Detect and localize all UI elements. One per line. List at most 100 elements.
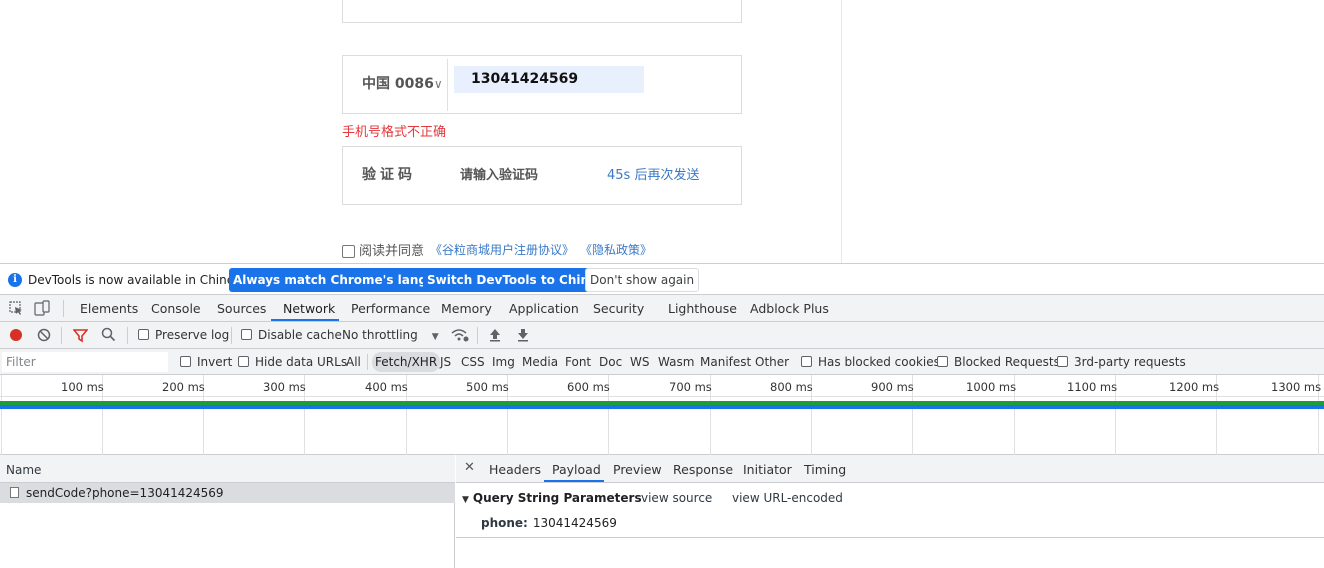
timeline-tick-label: 1300 ms xyxy=(1271,380,1322,394)
export-har-icon[interactable] xyxy=(517,328,529,342)
checkbox-box xyxy=(937,356,948,367)
code-label: 验证码 xyxy=(362,167,416,183)
filter-input[interactable]: Filter xyxy=(2,352,168,372)
tab-preview[interactable]: Preview xyxy=(613,462,662,477)
view-url-encoded-link[interactable]: view URL-encoded xyxy=(732,491,843,505)
privacy-link[interactable]: 《隐私政策》 xyxy=(580,241,652,258)
section-divider xyxy=(456,537,1324,538)
devtools-tab-bar: Elements Console Sources Network Perform… xyxy=(0,295,1324,322)
preserve-log-checkbox[interactable]: Preserve log xyxy=(138,328,229,342)
invert-label: Invert xyxy=(197,355,233,369)
code-input[interactable]: 请输入验证码 xyxy=(460,164,538,183)
throttling-value: No throttling xyxy=(342,328,418,342)
phone-error-message: 手机号格式不正确 xyxy=(342,125,447,140)
filter-type-wasm[interactable]: Wasm xyxy=(658,355,694,369)
tab-timing[interactable]: Timing xyxy=(804,462,846,477)
blocked-cookies-label: Has blocked cookies xyxy=(818,355,940,369)
filter-type-fetch-xhr[interactable]: Fetch/XHR xyxy=(372,352,441,372)
preserve-log-label: Preserve log xyxy=(155,328,230,342)
dont-show-again-button[interactable]: Don't show again xyxy=(585,268,700,292)
network-toolbar: Preserve log Disable cache No throttling… xyxy=(0,322,1324,349)
clear-icon[interactable] xyxy=(37,328,51,342)
toolbar-divider xyxy=(127,327,128,344)
country-code-select[interactable]: 中国 0086∨ xyxy=(362,73,443,93)
disable-cache-label: Disable cache xyxy=(258,328,342,342)
hide-data-urls-checkbox[interactable]: Hide data URLs xyxy=(238,355,347,369)
import-har-icon[interactable] xyxy=(489,328,501,342)
filter-bar: Filter Invert Hide data URLs All Fetch/X… xyxy=(0,349,1324,375)
tab-payload[interactable]: Payload xyxy=(552,462,601,477)
query-param-row: phone: 13041424569 xyxy=(481,516,617,530)
timeline-overview[interactable]: 100 ms 200 ms 300 ms 400 ms 500 ms 600 m… xyxy=(0,375,1324,455)
blocked-requests-label: Blocked Requests xyxy=(954,355,1060,369)
view-source-link[interactable]: view source xyxy=(641,491,712,505)
filter-type-css[interactable]: CSS xyxy=(461,355,485,369)
hide-data-urls-label: Hide data URLs xyxy=(255,355,348,369)
timeline-tick-label: 600 ms xyxy=(567,380,610,394)
param-key: phone: xyxy=(481,516,528,530)
tab-sources[interactable]: Sources xyxy=(217,301,266,316)
table-row[interactable]: sendCode?phone=13041424569 xyxy=(0,483,455,503)
invert-checkbox[interactable]: Invert xyxy=(180,355,232,369)
tab-adblock-plus[interactable]: Adblock Plus xyxy=(750,301,829,316)
filter-type-doc[interactable]: Doc xyxy=(599,355,622,369)
language-infobar: i DevTools is now available in Chinese! … xyxy=(0,263,1324,295)
close-icon[interactable]: ✕ xyxy=(464,460,475,475)
timeline-tick-label: 1000 ms xyxy=(966,380,1017,394)
tab-headers[interactable]: Headers xyxy=(489,462,541,477)
filter-icon[interactable] xyxy=(73,328,88,343)
toolbar-divider xyxy=(477,327,478,344)
agree-checkbox[interactable] xyxy=(342,245,355,258)
query-params-section-header[interactable]: ▼ Query String Parameters xyxy=(462,491,642,505)
chevron-down-icon: ∨ xyxy=(433,77,443,91)
timeline-tick-label: 200 ms xyxy=(162,380,205,394)
timeline-tick-label: 700 ms xyxy=(669,380,712,394)
timeline-tick-label: 800 ms xyxy=(770,380,813,394)
disable-cache-checkbox[interactable]: Disable cache xyxy=(241,328,342,342)
network-conditions-icon[interactable] xyxy=(451,328,469,342)
name-column-header[interactable]: Name xyxy=(6,463,41,477)
timeline-tick-label: 1100 ms xyxy=(1067,380,1118,394)
toolbar-divider xyxy=(367,354,368,370)
tab-application[interactable]: Application xyxy=(509,301,579,316)
blocked-requests-checkbox[interactable]: Blocked Requests xyxy=(937,355,1060,369)
device-toolbar-icon[interactable] xyxy=(34,300,50,316)
filter-type-media[interactable]: Media xyxy=(522,355,558,369)
third-party-label: 3rd-party requests xyxy=(1074,355,1186,369)
phone-field-box: 中国 0086∨ 13041424569 xyxy=(342,55,742,114)
third-party-checkbox[interactable]: 3rd-party requests xyxy=(1057,355,1186,369)
agreement-row: 阅读并同意 《谷粒商城用户注册协议》 《隐私政策》 xyxy=(342,240,652,259)
phone-input[interactable]: 13041424569 xyxy=(454,66,644,93)
document-icon xyxy=(10,487,19,498)
tab-response[interactable]: Response xyxy=(673,462,733,477)
checkbox-box xyxy=(238,356,249,367)
throttling-select[interactable]: No throttling ▼ xyxy=(342,328,439,342)
resend-code-button[interactable]: 45s 后再次发送 xyxy=(607,164,699,183)
filter-type-manifest[interactable]: Manifest xyxy=(700,355,751,369)
timeline-tick-label: 900 ms xyxy=(871,380,914,394)
search-icon[interactable] xyxy=(101,327,116,342)
previous-field-box[interactable] xyxy=(342,0,742,23)
filter-type-js[interactable]: JS xyxy=(440,355,451,369)
record-icon[interactable] xyxy=(9,328,23,342)
inspect-element-icon[interactable] xyxy=(9,301,24,316)
filter-type-font[interactable]: Font xyxy=(565,355,591,369)
tab-elements[interactable]: Elements xyxy=(80,301,138,316)
tab-lighthouse[interactable]: Lighthouse xyxy=(668,301,737,316)
agreement-link[interactable]: 《谷粒商城用户注册协议》 xyxy=(430,241,574,258)
tab-initiator[interactable]: Initiator xyxy=(743,462,792,477)
filter-type-all[interactable]: All xyxy=(346,355,361,369)
timeline-download-bar xyxy=(0,405,1324,409)
tab-memory[interactable]: Memory xyxy=(441,301,492,316)
tab-performance[interactable]: Performance xyxy=(351,301,430,316)
filter-type-img[interactable]: Img xyxy=(492,355,515,369)
blocked-cookies-checkbox[interactable]: Has blocked cookies xyxy=(801,355,940,369)
tab-security[interactable]: Security xyxy=(593,301,644,316)
tab-network[interactable]: Network xyxy=(283,301,335,316)
toolbar-divider xyxy=(63,300,64,317)
timeline-tick-label: 1200 ms xyxy=(1169,380,1220,394)
tab-console[interactable]: Console xyxy=(151,301,201,316)
filter-type-ws[interactable]: WS xyxy=(630,355,649,369)
request-list-header: Name xyxy=(0,455,455,483)
filter-type-other[interactable]: Other xyxy=(755,355,789,369)
